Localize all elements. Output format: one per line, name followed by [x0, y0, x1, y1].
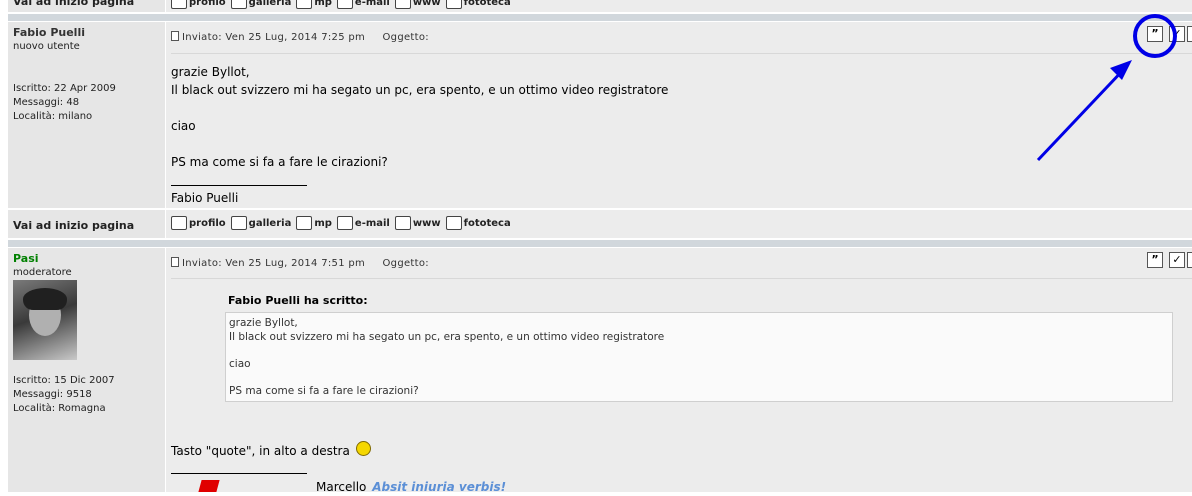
post2-rank: moderatore: [13, 267, 72, 278]
link-galleria[interactable]: galleria: [230, 216, 291, 230]
profile-icon: [171, 0, 187, 9]
quote-line-4: PS ma come si fa a fare le cirazioni?: [229, 385, 419, 397]
post2-header: Inviato: Ven 25 Lug, 2014 7:51 pm Oggett…: [171, 257, 429, 269]
post2-posted: Inviato: Ven 25 Lug, 2014 7:51 pm: [182, 258, 366, 269]
post1-line-2: Il black out svizzero mi ha segato un pc…: [171, 83, 669, 97]
home-icon: [394, 216, 411, 230]
post2-reply: Tasto "quote", in alto a destra: [171, 441, 371, 460]
post1-posted: Inviato: Ven 25 Lug, 2014 7:25 pm: [182, 32, 366, 43]
link-www-top[interactable]: www: [394, 0, 441, 9]
envelope-icon: [296, 216, 313, 230]
gallery-icon: [230, 0, 247, 9]
link-galleria-top[interactable]: galleria: [230, 0, 291, 9]
annotation-arrow-line: [1036, 65, 1128, 162]
quote-box: grazie Byllot, Il black out svizzero mi …: [225, 312, 1173, 402]
annotation-arrow-head: [1110, 60, 1132, 80]
link-fototeca[interactable]: fototeca: [445, 216, 511, 230]
link-email[interactable]: e-mail: [336, 216, 390, 230]
link-profilo[interactable]: profilo: [171, 216, 226, 230]
quote-line-2: Il black out svizzero mi ha segato un pc…: [229, 331, 665, 343]
post2-author-name[interactable]: Pasi: [13, 252, 39, 265]
post1-author-name[interactable]: Fabio Puelli: [13, 26, 85, 39]
link-mp-top[interactable]: mp: [296, 0, 332, 9]
post2-location: Località: Romagna: [13, 403, 106, 414]
post1-location: Località: milano: [13, 111, 93, 122]
quote-line-1: grazie Byllot,: [229, 317, 298, 329]
post1-signature: Fabio Puelli: [171, 191, 239, 205]
link-www[interactable]: www: [394, 216, 441, 230]
link-profilo-top[interactable]: profilo: [171, 0, 226, 9]
post2-subject-label: Oggetto:: [382, 258, 429, 269]
edit-button-post2[interactable]: ✓: [1169, 252, 1185, 268]
gallery-icon: [230, 216, 247, 230]
back-to-top-link-top[interactable]: Vai ad inizio pagina: [13, 0, 134, 8]
post1-line-4: PS ma come si fa a fare le cirazioni?: [171, 155, 388, 169]
email-icon: [336, 216, 353, 230]
post2-avatar: [13, 280, 77, 360]
post1-line-1: grazie Byllot,: [171, 65, 250, 79]
post1-subject-label: Oggetto:: [382, 32, 429, 43]
home-icon: [394, 0, 411, 9]
link-email-top[interactable]: e-mail: [336, 0, 390, 9]
post1-profile-links: profilo galleria mp e-mail www fototeca: [171, 216, 516, 230]
top-profile-links: profilo galleria mp e-mail www fototeca: [171, 0, 516, 9]
post2-messages: Messaggi: 9518: [13, 389, 92, 400]
quote-button-post2[interactable]: ”: [1147, 252, 1163, 268]
quote-title: Fabio Puelli ha scritto:: [228, 294, 368, 307]
annotation-overlay: [1036, 14, 1177, 162]
delete-button-post2-partial[interactable]: [1187, 252, 1192, 268]
post1-line-3: ciao: [171, 119, 196, 133]
post1-rank: nuovo utente: [13, 41, 80, 52]
quote-line-3: ciao: [229, 358, 251, 370]
post2-joined: Iscritto: 15 Dic 2007: [13, 375, 115, 386]
smiley-icon: [355, 441, 371, 456]
post-separator-2: [8, 240, 1192, 247]
post1-signature-rule: [171, 185, 307, 186]
post-document-icon: [171, 31, 179, 41]
avatar-hair: [23, 288, 67, 310]
post2-signature-rule: [171, 473, 307, 474]
email-icon: [336, 0, 353, 9]
link-mp[interactable]: mp: [296, 216, 332, 230]
signature-flag-icon: [198, 480, 220, 492]
post1-messages: Messaggi: 48: [13, 97, 80, 108]
post-document-icon: [171, 257, 179, 267]
annotation-circle: [1133, 14, 1177, 58]
post1-joined: Iscritto: 22 Apr 2009: [13, 83, 116, 94]
post1-header: Inviato: Ven 25 Lug, 2014 7:25 pm Oggett…: [171, 31, 429, 43]
profile-icon: [171, 216, 187, 230]
back-to-top-link[interactable]: Vai ad inizio pagina: [13, 219, 134, 232]
envelope-icon: [296, 0, 313, 9]
trophy-icon: [445, 0, 462, 9]
link-fototeca-top[interactable]: fototeca: [445, 0, 511, 9]
trophy-icon: [445, 216, 462, 230]
post2-signature: Marcello Absit iniuria verbis!: [316, 480, 507, 494]
post2-header-divider: [171, 278, 1192, 279]
